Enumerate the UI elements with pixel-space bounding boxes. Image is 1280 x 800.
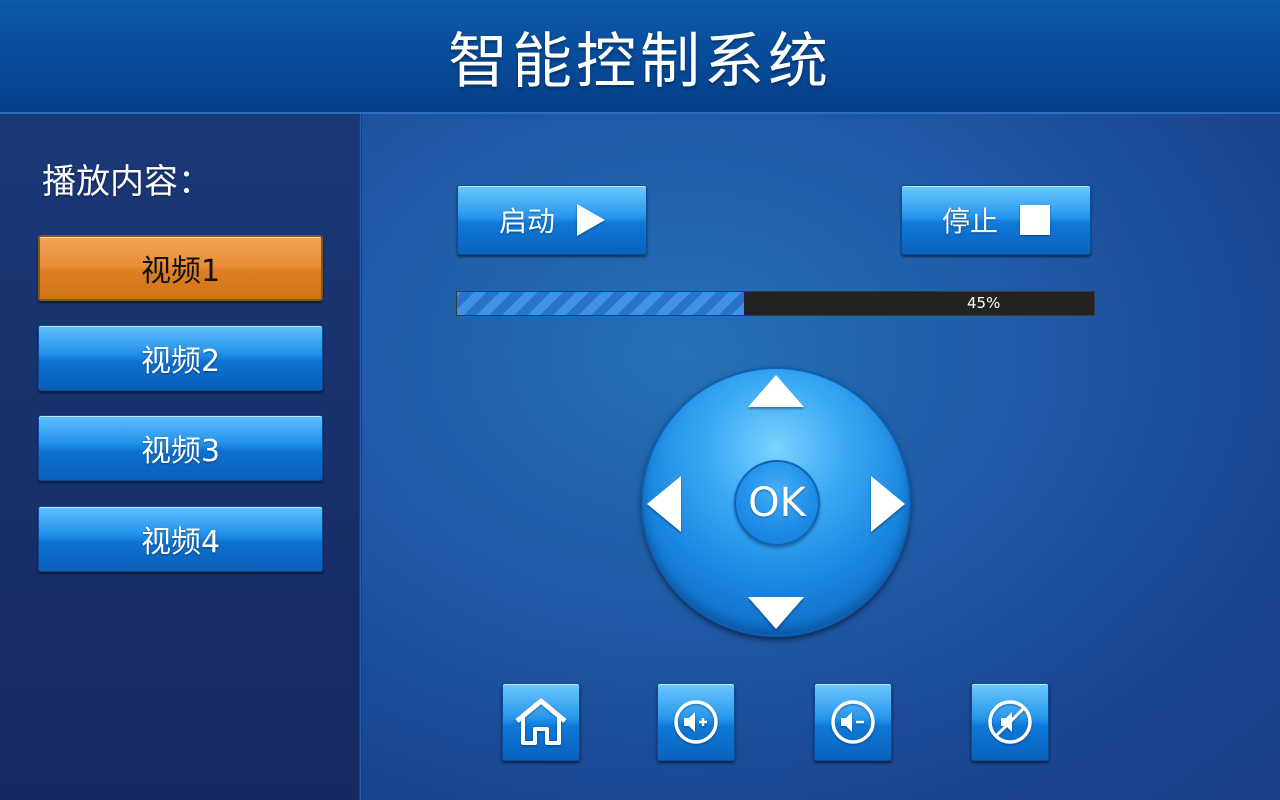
sidebar: 播放内容： 视频1 视频2 视频3 视频4 bbox=[0, 114, 359, 800]
progress-bar-fill bbox=[457, 292, 744, 315]
sidebar-item-label: 视频1 bbox=[140, 254, 221, 289]
sidebar-item-video-4[interactable]: 视频4 bbox=[38, 506, 323, 572]
progress-bar: 45% bbox=[456, 291, 1095, 316]
volume-up-button[interactable] bbox=[657, 683, 735, 761]
play-icon bbox=[577, 204, 605, 236]
arrow-up-button[interactable] bbox=[748, 375, 804, 407]
playlist-label: 播放内容： bbox=[42, 162, 212, 202]
stop-icon bbox=[1020, 205, 1050, 235]
home-button[interactable] bbox=[502, 683, 580, 761]
ok-button[interactable]: OK bbox=[734, 460, 820, 546]
start-button[interactable]: 启动 bbox=[457, 185, 647, 255]
home-icon bbox=[515, 698, 567, 745]
app-title: 智能控制系统 bbox=[448, 26, 832, 97]
header-bar: 智能控制系统 bbox=[0, 0, 1280, 114]
volume-down-button[interactable] bbox=[814, 683, 892, 761]
direction-pad: OK bbox=[641, 367, 911, 637]
mute-button[interactable] bbox=[971, 683, 1049, 761]
stop-button[interactable]: 停止 bbox=[901, 185, 1091, 255]
volume-up-icon bbox=[674, 700, 718, 744]
ok-button-label: OK bbox=[748, 480, 806, 526]
stop-button-label: 停止 bbox=[941, 205, 998, 238]
start-button-label: 启动 bbox=[498, 205, 555, 238]
arrow-down-button[interactable] bbox=[748, 597, 804, 629]
sidebar-item-label: 视频2 bbox=[140, 344, 221, 379]
sidebar-item-label: 视频3 bbox=[140, 434, 221, 469]
sidebar-item-video-1[interactable]: 视频1 bbox=[38, 235, 323, 301]
sidebar-item-label: 视频4 bbox=[140, 525, 221, 560]
progress-percent-text: 45% bbox=[967, 294, 1001, 312]
mute-icon bbox=[988, 700, 1032, 744]
arrow-right-button[interactable] bbox=[871, 476, 905, 532]
sidebar-item-video-3[interactable]: 视频3 bbox=[38, 415, 323, 481]
volume-down-icon bbox=[831, 700, 875, 744]
arrow-left-button[interactable] bbox=[647, 476, 681, 532]
sidebar-item-video-2[interactable]: 视频2 bbox=[38, 325, 323, 391]
